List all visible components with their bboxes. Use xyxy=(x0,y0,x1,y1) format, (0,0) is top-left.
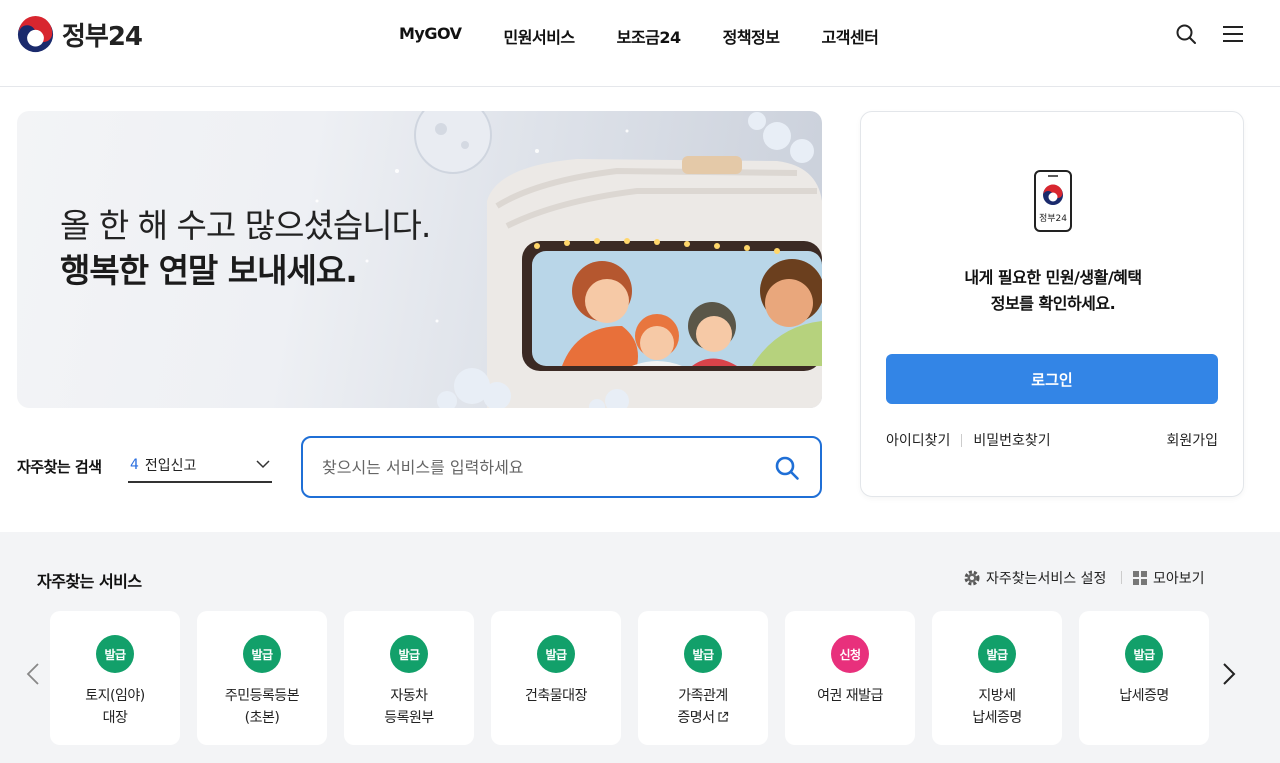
chevron-down-icon xyxy=(256,460,270,469)
phone-icon-label: 정부24 xyxy=(1038,214,1067,224)
service-card[interactable]: 발급 건축물대장 xyxy=(491,611,621,745)
service-card[interactable]: 발급 주민등록등본 (초본) xyxy=(197,611,327,745)
logo-text: 정부24 xyxy=(62,21,143,52)
banner-subheadline: 행복한 연말 보내세요. xyxy=(60,251,358,290)
service-name-line1: 가족관계 xyxy=(678,688,728,704)
service-card[interactable]: 발급 토지(임야) 대장 xyxy=(50,611,180,745)
popular-search-dropdown[interactable]: 4 전입신고 xyxy=(128,448,272,483)
popular-search-label: 자주찾는 검색 xyxy=(17,458,102,476)
login-card: 정부24 내게 필요한 민원/생활/혜택 정보를 확인하세요. 로그인 아이디찾… xyxy=(860,111,1244,497)
search-icon[interactable] xyxy=(1174,22,1198,46)
service-name-line2: 등록원부 xyxy=(384,710,434,726)
section-title: 자주찾는 서비스 xyxy=(37,572,142,591)
service-name: 납세증명 xyxy=(1079,685,1209,707)
service-name: 자동차 등록원부 xyxy=(344,685,474,729)
search-bar xyxy=(301,436,822,498)
gear-icon xyxy=(964,570,980,586)
view-all-label: 모아보기 xyxy=(1153,571,1205,587)
service-name-line1: 지방세 xyxy=(978,688,1016,704)
service-card-list: 발급 토지(임야) 대장 발급 주민등록등본 (초본) 발급 자동차 등록원부 … xyxy=(50,611,1209,745)
service-name-line1: 주민등록등본 xyxy=(224,688,300,704)
service-card[interactable]: 발급 지방세 납세증명 xyxy=(932,611,1062,745)
find-id-link[interactable]: 아이디찾기 xyxy=(886,430,950,450)
grid-icon xyxy=(1133,571,1147,585)
site-header: 정부24 MyGOV 민원서비스 보조금24 정책정보 고객센터 xyxy=(0,0,1280,87)
login-message-line2: 정보를 확인하세요. xyxy=(990,294,1116,313)
popular-search-term: 전입신고 xyxy=(144,457,197,474)
service-name-line2: 대장 xyxy=(102,710,128,726)
issue-badge: 발급 xyxy=(1125,635,1163,673)
service-card[interactable]: 발급 납세증명 xyxy=(1079,611,1209,745)
search-icon[interactable] xyxy=(774,455,800,481)
nav-policy-info[interactable]: 정책정보 xyxy=(702,20,801,52)
chevron-left-icon[interactable] xyxy=(25,662,41,686)
login-message: 내게 필요한 민원/생활/혜택 정보를 확인하세요. xyxy=(861,265,1245,317)
nav-mygov[interactable]: MyGOV xyxy=(378,20,483,52)
service-name-line2: 납세증명 xyxy=(972,710,1022,726)
service-card[interactable]: 발급 가족관계 증명서 xyxy=(638,611,768,745)
service-name-line2: (초본) xyxy=(244,710,280,726)
popular-search-rank: 4 xyxy=(130,456,139,473)
login-message-line1: 내게 필요한 민원/생활/혜택 xyxy=(964,268,1142,287)
find-password-link[interactable]: 비밀번호찾기 xyxy=(973,430,1050,450)
service-name-line1: 토지(임야) xyxy=(85,688,145,704)
service-name-line2-wrap: 증명서 xyxy=(638,707,768,729)
apply-badge: 신청 xyxy=(831,635,869,673)
link-divider xyxy=(961,433,963,447)
hero-banner[interactable]: 올 한 해 수고 많으셨습니다. 행복한 연말 보내세요. xyxy=(17,111,822,408)
view-all-button[interactable]: 모아보기 xyxy=(1133,568,1205,588)
issue-badge: 발급 xyxy=(537,635,575,673)
issue-badge: 발급 xyxy=(978,635,1016,673)
service-name: 토지(임야) 대장 xyxy=(50,685,180,729)
service-card[interactable]: 신청 여권 재발급 xyxy=(785,611,915,745)
issue-badge: 발급 xyxy=(96,635,134,673)
frequent-services-section: 자주찾는 서비스 자주찾는서비스 설정 모아보기 발급 토지(임야) 대장 발급… xyxy=(0,532,1280,763)
service-name-line2: 증명서 xyxy=(677,710,715,726)
service-name: 가족관계 증명서 xyxy=(638,685,768,729)
nav-civil-services[interactable]: 민원서비스 xyxy=(483,20,596,52)
issue-badge: 발급 xyxy=(243,635,281,673)
service-name: 여권 재발급 xyxy=(785,685,915,707)
logo[interactable]: 정부24 xyxy=(17,14,143,54)
service-name-line1: 자동차 xyxy=(390,688,428,704)
taegeuk-logo-icon xyxy=(17,15,54,52)
banner-headline: 올 한 해 수고 많으셨습니다. xyxy=(60,206,431,245)
signup-link[interactable]: 회원가입 xyxy=(1166,430,1218,450)
issue-badge: 발급 xyxy=(684,635,722,673)
service-name: 주민등록등본 (초본) xyxy=(197,685,327,729)
nav-customer-center[interactable]: 고객센터 xyxy=(800,20,899,52)
issue-badge: 발급 xyxy=(390,635,428,673)
chevron-right-icon[interactable] xyxy=(1221,662,1237,686)
search-input[interactable] xyxy=(322,457,752,477)
service-name: 지방세 납세증명 xyxy=(932,685,1062,729)
nav-subsidy24[interactable]: 보조금24 xyxy=(596,20,702,52)
service-card[interactable]: 발급 자동차 등록원부 xyxy=(344,611,474,745)
login-button[interactable]: 로그인 xyxy=(886,354,1218,404)
service-settings-label: 자주찾는서비스 설정 xyxy=(986,571,1107,587)
service-name-line1: 건축물대장 xyxy=(525,688,587,704)
service-name-line1: 납세증명 xyxy=(1119,688,1169,704)
service-settings-button[interactable]: 자주찾는서비스 설정 xyxy=(963,568,1106,588)
external-link-icon xyxy=(717,711,728,722)
service-name-line1: 여권 재발급 xyxy=(817,688,883,704)
main-nav: MyGOV 민원서비스 보조금24 정책정보 고객센터 xyxy=(378,20,899,52)
account-links: 아이디찾기 비밀번호찾기 xyxy=(886,430,1051,450)
service-name: 건축물대장 xyxy=(491,685,621,707)
divider xyxy=(1121,571,1122,584)
menu-icon[interactable] xyxy=(1221,22,1245,46)
